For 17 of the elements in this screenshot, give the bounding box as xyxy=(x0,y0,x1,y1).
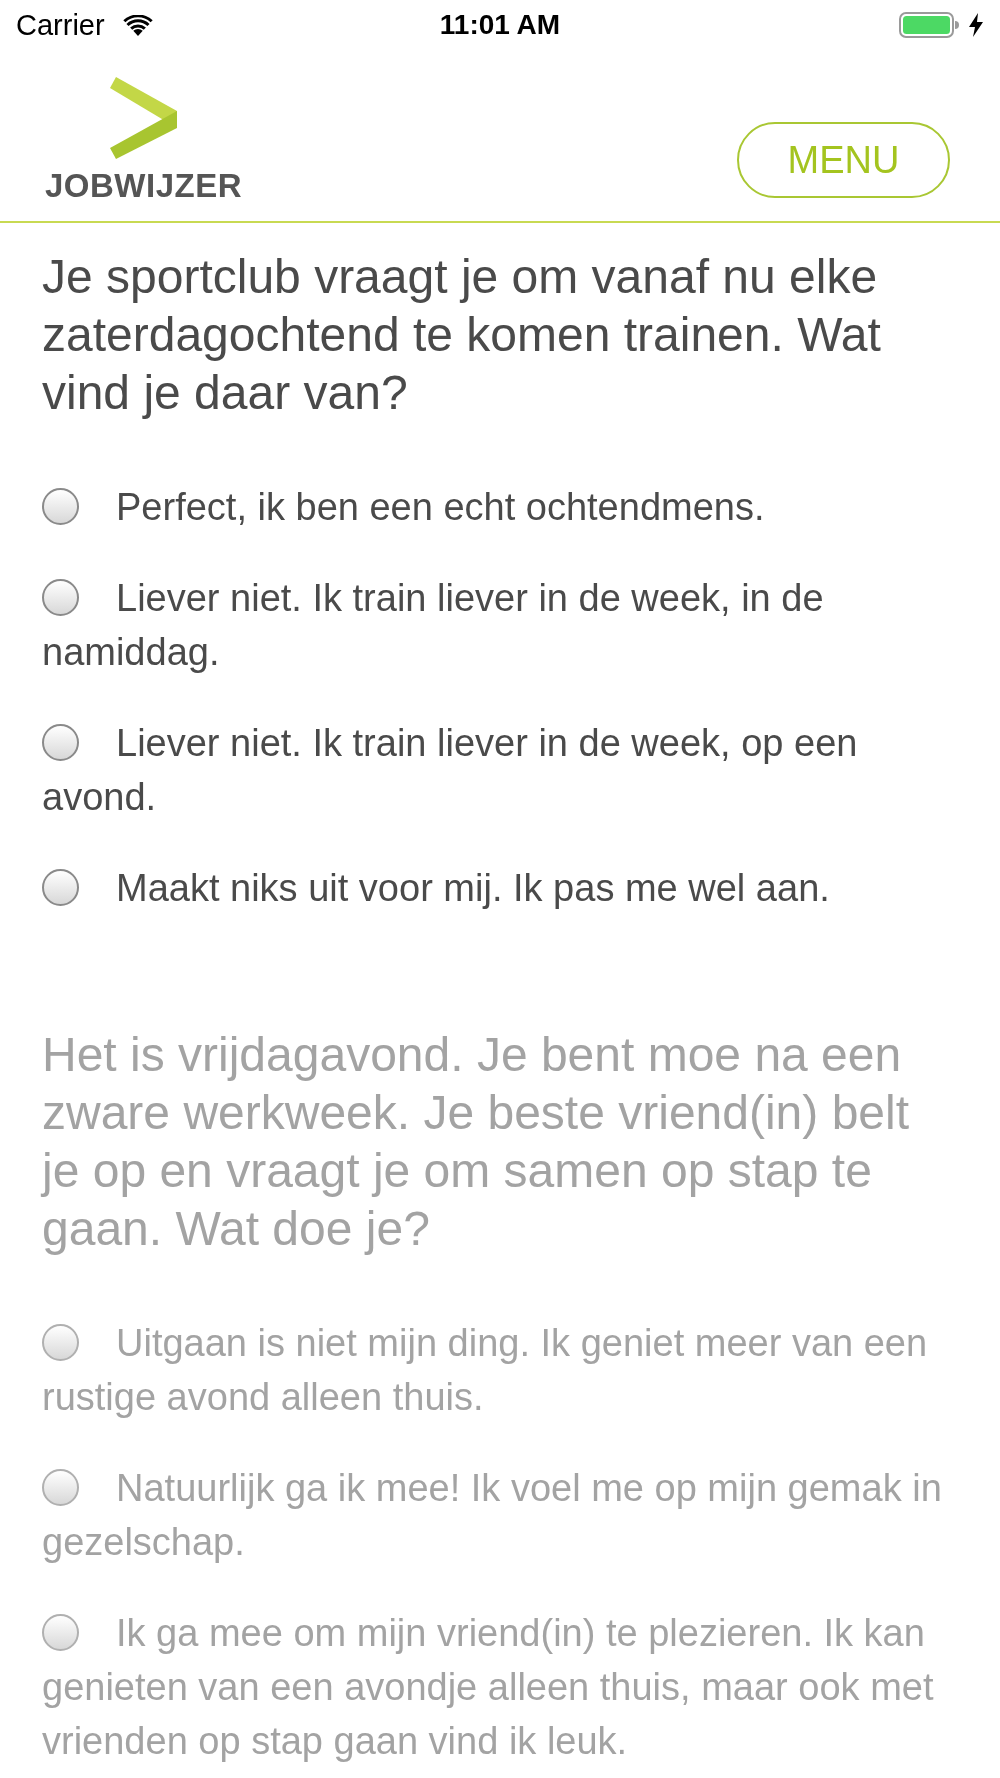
chevron-logo-icon xyxy=(110,77,177,159)
battery-icon xyxy=(899,12,959,38)
logo-wordmark: JOBWIJZER xyxy=(45,169,243,202)
carrier-name: Carrier xyxy=(16,10,105,40)
radio-button[interactable] xyxy=(42,724,79,762)
wifi-icon xyxy=(122,14,153,36)
clock-time: 11:01 AM xyxy=(439,11,561,39)
question-text: Het is vrijdagavond. Je bent moe na een zware werkweek. Je beste vriend(in) belt je op en vraagt je om samen op stap te gaan. Wat doe je? xyxy=(42,1027,911,1257)
answer-option[interactable]: Liever niet. Ik train liever in de week, in de namiddag. xyxy=(42,571,958,679)
answer-option[interactable]: Maakt niks uit voor mij. Ik pas me wel aan. xyxy=(42,861,830,915)
question-text: Je sportclub vraagt je om vanaf nu elke zaterdagochtend te komen trainen. Wat vind je daar van? xyxy=(42,249,882,421)
charging-bolt-icon xyxy=(969,13,983,37)
answer-option[interactable]: Perfect, ik ben een echt ochtendmens. xyxy=(42,480,765,534)
radio-button[interactable] xyxy=(42,579,79,617)
radio-button[interactable] xyxy=(42,869,79,907)
radio-button[interactable] xyxy=(42,488,79,526)
answer-option[interactable]: Liever niet. Ik train liever in de week, op een avond. xyxy=(42,716,958,824)
